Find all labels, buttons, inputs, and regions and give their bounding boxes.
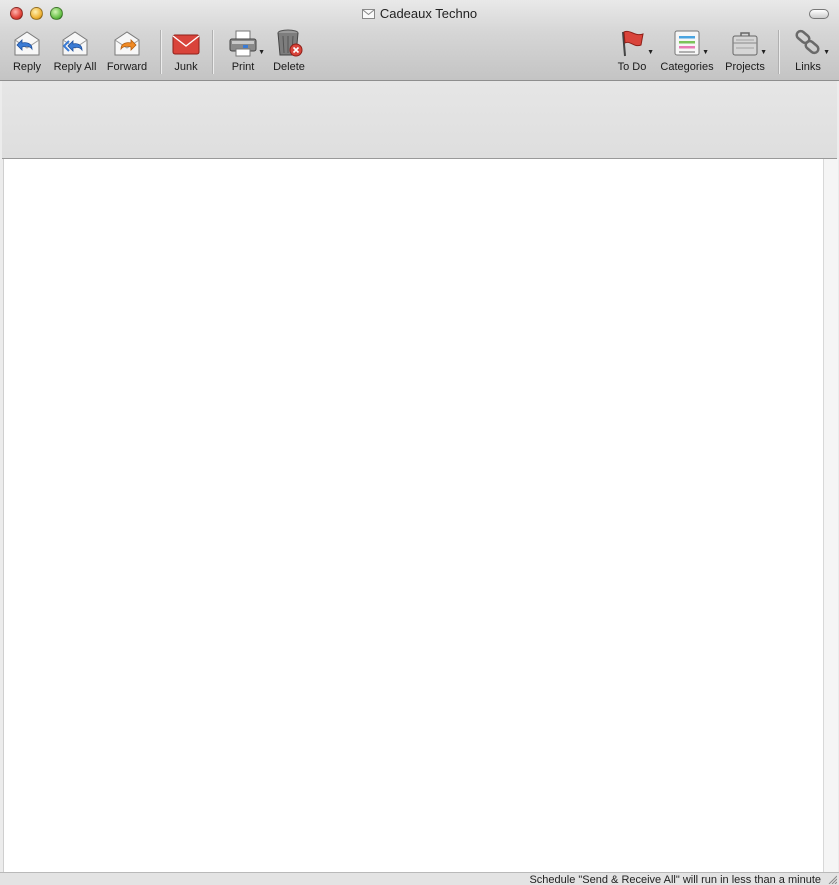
forward-label: Forward [106, 61, 148, 73]
reply-icon [12, 28, 42, 58]
print-button[interactable]: ▼ Print [226, 28, 265, 76]
junk-button[interactable]: Junk [168, 28, 204, 76]
message-window: Cadeaux Techno Reply Reply All Forward J… [0, 0, 839, 885]
vertical-scrollbar[interactable] [823, 159, 838, 872]
links-label: Links [795, 61, 821, 73]
toolbar-toggle-button[interactable] [809, 9, 829, 19]
briefcase-icon: ▼ [730, 28, 767, 58]
forward-icon [112, 28, 142, 58]
window-title-wrap: Cadeaux Techno [0, 6, 839, 21]
trash-delete-icon [274, 28, 304, 58]
message-header-area [2, 81, 837, 159]
title-toolbar-bar: Cadeaux Techno Reply Reply All Forward J… [0, 0, 839, 81]
envelope-icon [361, 9, 375, 19]
print-dropdown-arrow-icon: ▼ [258, 49, 265, 56]
reply-all-icon [60, 28, 90, 58]
print-label: Print [231, 61, 255, 73]
projects-button[interactable]: ▼ Projects [722, 28, 768, 76]
categories-icon: ▼ [672, 28, 709, 58]
junk-icon [171, 28, 201, 58]
links-button[interactable]: ▼ Links [788, 28, 830, 76]
junk-label: Junk [174, 61, 198, 73]
toolbar-separator [212, 30, 214, 74]
resize-grip-icon[interactable] [827, 874, 837, 884]
to-do-label: To Do [617, 61, 647, 73]
to-do-dropdown-arrow-icon: ▼ [647, 49, 654, 56]
reply-all-label: Reply All [53, 61, 97, 73]
to-do-button[interactable]: ▼ To Do [612, 28, 654, 76]
delete-button[interactable]: Delete [270, 28, 308, 76]
projects-label: Projects [725, 61, 765, 73]
categories-dropdown-arrow-icon: ▼ [702, 49, 709, 56]
reply-button[interactable]: Reply [8, 28, 46, 76]
message-body[interactable] [3, 159, 823, 872]
projects-dropdown-arrow-icon: ▼ [760, 49, 767, 56]
reply-all-button[interactable]: Reply All [50, 28, 100, 76]
toolbar-separator [778, 30, 780, 74]
categories-label: Categories [660, 61, 714, 73]
printer-icon: ▼ [228, 28, 265, 58]
window-title: Cadeaux Techno [379, 6, 478, 21]
forward-button[interactable]: Forward [104, 28, 150, 76]
flag-icon: ▼ [617, 28, 654, 58]
status-text: Schedule "Send & Receive All" will run i… [529, 874, 821, 885]
delete-label: Delete [273, 61, 305, 73]
reply-label: Reply [12, 61, 42, 73]
links-dropdown-arrow-icon: ▼ [823, 49, 830, 56]
toolbar-separator [160, 30, 162, 74]
chain-link-icon: ▼ [793, 28, 830, 58]
categories-button[interactable]: ▼ Categories [658, 28, 716, 76]
